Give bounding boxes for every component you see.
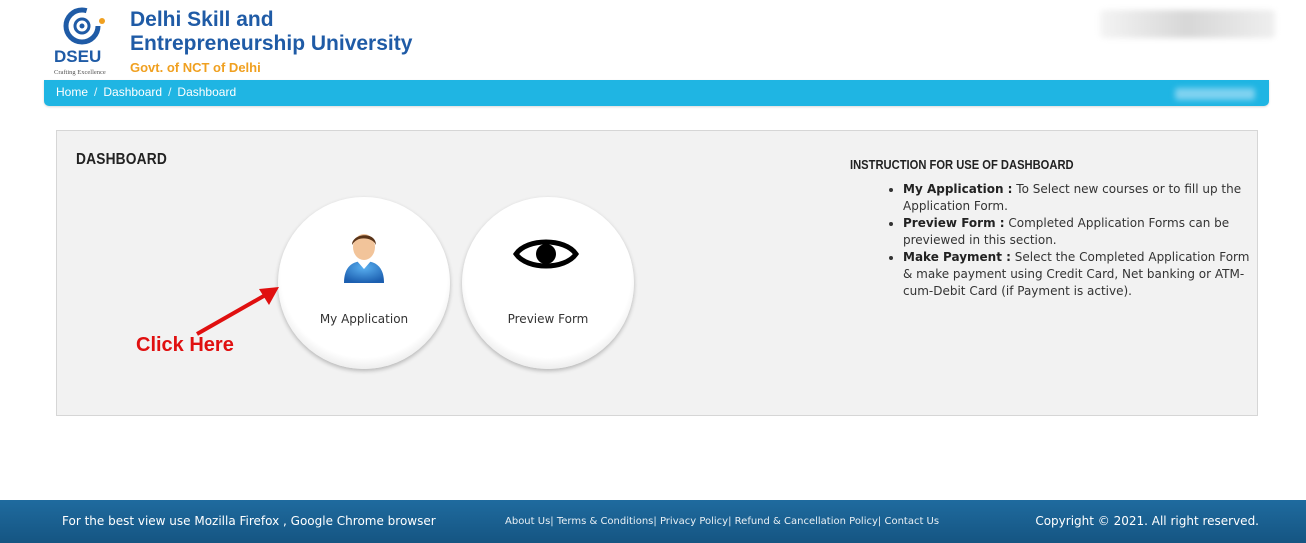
list-item: Make Payment : Select the Completed Appl… xyxy=(903,249,1255,300)
instructions-list: My Application : To Select new courses o… xyxy=(887,181,1255,300)
footer-link-about[interactable]: About Us xyxy=(505,516,550,527)
header: DSEU Crafting Excellence Delhi Skill and… xyxy=(0,0,1306,80)
instruction-term: Make Payment : xyxy=(903,250,1011,264)
university-subtitle: Govt. of NCT of Delhi xyxy=(130,60,261,75)
breadcrumb-dashboard[interactable]: Dashboard xyxy=(103,85,162,99)
footer: For the best view use Mozilla Firefox , … xyxy=(0,500,1306,543)
my-application-button[interactable]: My Application xyxy=(278,197,450,369)
my-application-label: My Application xyxy=(319,312,409,326)
logo-text: DSEU xyxy=(54,47,101,66)
breadcrumb-home[interactable]: Home xyxy=(56,85,88,99)
breadcrumb: Home / Dashboard / Dashboard xyxy=(56,85,237,99)
user-info-blurred xyxy=(1100,10,1275,38)
list-item: My Application : To Select new courses o… xyxy=(903,181,1255,215)
footer-link-refund[interactable]: Refund & Cancellation Policy xyxy=(735,516,878,527)
eye-icon xyxy=(513,239,579,269)
instruction-term: Preview Form : xyxy=(903,216,1005,230)
red-arrow-icon xyxy=(196,287,279,336)
footer-link-contact[interactable]: Contact Us xyxy=(884,516,939,527)
logo-tagline: Crafting Excellence xyxy=(54,69,106,76)
university-name: Delhi Skill and Entrepreneurship Univers… xyxy=(130,8,412,56)
instructions-title: INSTRUCTION FOR USE OF DASHBOARD xyxy=(850,157,1074,172)
footer-link-terms[interactable]: Terms & Conditions xyxy=(557,516,654,527)
university-name-line1: Delhi Skill and xyxy=(130,8,274,31)
instruction-term: My Application : xyxy=(903,182,1013,196)
list-item: Preview Form : Completed Application For… xyxy=(903,215,1255,249)
person-icon xyxy=(344,234,384,283)
preview-form-label: Preview Form xyxy=(507,312,589,326)
browser-recommendation: For the best view use Mozilla Firefox , … xyxy=(62,514,436,528)
preview-form-button[interactable]: Preview Form xyxy=(462,197,634,369)
copyright: Copyright © 2021. All right reserved. xyxy=(1035,514,1259,528)
dashboard-panel: DASHBOARD My Application Preview Form Cl… xyxy=(56,130,1258,416)
breadcrumb-bar: Home / Dashboard / Dashboard xyxy=(44,80,1269,106)
footer-links: About Us| Terms & Conditions| Privacy Po… xyxy=(505,516,940,527)
breadcrumb-right-blurred xyxy=(1175,88,1255,100)
university-name-line2: Entrepreneurship University xyxy=(130,32,413,55)
breadcrumb-current: Dashboard xyxy=(177,85,237,99)
click-here-annotation: Click Here xyxy=(136,334,234,356)
footer-link-privacy[interactable]: Privacy Policy xyxy=(660,516,728,527)
dashboard-title: DASHBOARD xyxy=(76,151,167,168)
dseu-logo[interactable]: DSEU Crafting Excellence xyxy=(52,4,124,78)
